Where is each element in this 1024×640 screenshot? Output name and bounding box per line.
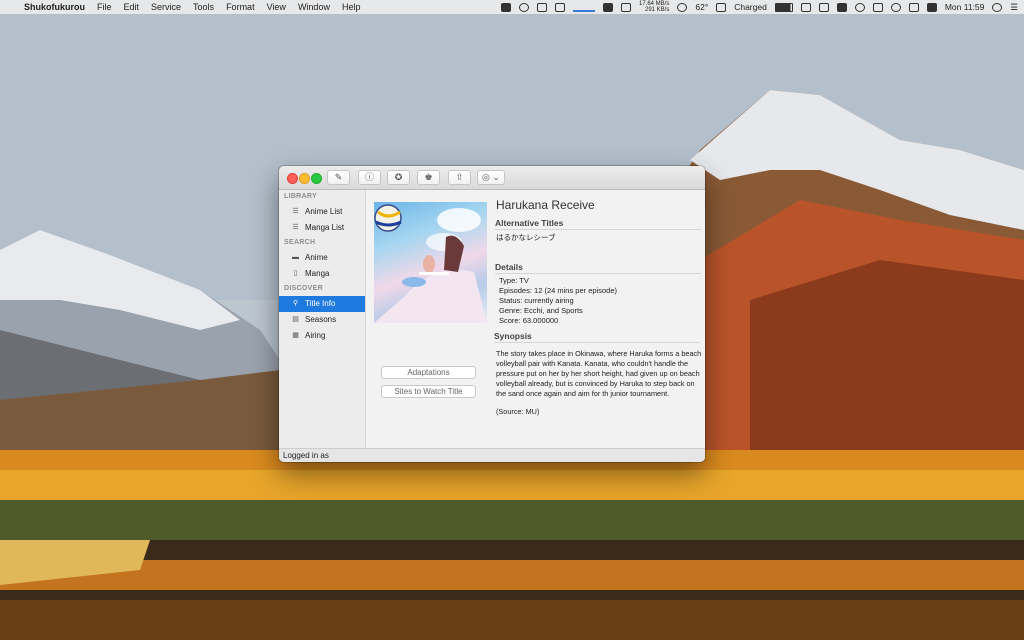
- wifi-icon[interactable]: [890, 2, 901, 12]
- menu-extra-icon[interactable]: [836, 2, 847, 12]
- menu-file[interactable]: File: [97, 2, 112, 12]
- info-icon: ⓘ: [364, 172, 374, 182]
- power-icon[interactable]: [716, 2, 727, 12]
- login-status: Logged in as: [283, 451, 329, 460]
- sidebar-item-seasons[interactable]: ▤ Seasons: [279, 312, 365, 328]
- list-icon: ☰: [292, 208, 299, 215]
- people-button[interactable]: ♚: [417, 170, 440, 185]
- synopsis-block: The story takes place in Okinawa, where …: [496, 349, 702, 417]
- volume-icon[interactable]: [908, 2, 919, 12]
- sidebar-item-label: Anime List: [305, 207, 343, 216]
- menu-bar: Shukofukurou File Edit Service Tools For…: [0, 0, 1024, 15]
- sidebar-header-library: LIBRARY: [284, 193, 317, 200]
- globe-icon: ◎: [482, 172, 490, 182]
- memory-icon[interactable]: [603, 2, 613, 12]
- web-menu-button[interactable]: ◎ ⌄: [477, 170, 505, 185]
- sidebar-item-label: Seasons: [305, 315, 337, 324]
- share-button[interactable]: ⇧: [448, 170, 471, 185]
- sync-icon[interactable]: [519, 2, 529, 12]
- sidebar-item-manga[interactable]: ▯ Manga: [279, 266, 365, 282]
- detail-episodes: Episodes: 12 (24 mins per episode): [499, 286, 617, 295]
- sidebar-item-label: Manga List: [305, 223, 345, 232]
- favorite-button[interactable]: ✪: [387, 170, 410, 185]
- star-icon: ✪: [394, 172, 403, 182]
- app-window: ✎ ⓘ ✪ ♚ ⇧ ◎ ⌄ LIBRARY ☰ Anime List ☰ Man…: [279, 166, 705, 462]
- share-icon: ⇧: [455, 172, 464, 182]
- detail-score: Score: 63.000000: [499, 316, 559, 325]
- sidebar-header-discover: DISCOVER: [284, 285, 323, 292]
- sites-to-watch-button[interactable]: Sites to Watch Title: [381, 385, 476, 398]
- poster-image: [374, 202, 487, 323]
- menu-format[interactable]: Format: [226, 2, 255, 12]
- zoom-window-button[interactable]: [311, 173, 322, 184]
- app-badge-icon[interactable]: [537, 2, 547, 12]
- search-icon: ⚲: [292, 300, 299, 307]
- calendar-icon: ▦: [292, 332, 299, 339]
- details-heading: Details: [495, 262, 701, 274]
- sidebar-item-anime-list[interactable]: ☰ Anime List: [279, 204, 365, 220]
- status-area: 17.64 MB/s 291 KB/s 62° Charged Mon 11:5…: [501, 0, 1018, 14]
- menu-tools[interactable]: Tools: [193, 2, 214, 12]
- disk-icon[interactable]: [621, 2, 631, 12]
- tv-icon: ▬: [292, 254, 299, 261]
- detail-genre: Genre: Ecchi, and Sports: [499, 306, 583, 315]
- battery-label[interactable]: Charged: [734, 2, 767, 12]
- keyboard-icon[interactable]: [800, 2, 811, 12]
- status-bar: Logged in as: [279, 448, 705, 462]
- temperature[interactable]: 62°: [695, 2, 708, 12]
- sidebar-item-label: Manga: [305, 269, 330, 278]
- notification-center-icon[interactable]: ☰: [1010, 2, 1018, 13]
- alt-titles-heading: Alternative Titles: [495, 218, 701, 230]
- sidebar-header-search: SEARCH: [284, 239, 316, 246]
- battery-icon[interactable]: [774, 2, 793, 12]
- book-icon: ▯: [293, 270, 298, 277]
- edit-button[interactable]: ✎: [327, 170, 350, 185]
- synopsis-source: (Source: MU): [496, 407, 540, 416]
- chevron-down-icon: ⌄: [492, 172, 500, 182]
- clock[interactable]: Mon 11:59: [945, 2, 985, 12]
- page-title: Harukana Receive: [496, 198, 595, 212]
- people-icon: ♚: [424, 172, 433, 182]
- sidebar-item-airing[interactable]: ▦ Airing: [279, 328, 365, 344]
- menu-service[interactable]: Service: [151, 2, 181, 12]
- menu-window[interactable]: Window: [298, 2, 330, 12]
- adaptations-button[interactable]: Adaptations: [381, 366, 476, 379]
- user-icon[interactable]: [854, 2, 865, 12]
- sidebar-item-label: Title Info: [305, 299, 336, 308]
- sidebar-item-label: Anime: [305, 253, 328, 262]
- dropbox-icon[interactable]: [501, 2, 511, 12]
- window-toolbar: ✎ ⓘ ✪ ♚ ⇧ ◎ ⌄: [279, 166, 705, 190]
- input-source-icon[interactable]: [926, 2, 937, 12]
- sidebar-item-label: Airing: [305, 331, 326, 340]
- sidebar-item-anime[interactable]: ▬ Anime: [279, 250, 365, 266]
- alt-title-value: はるかなレシーブ: [496, 233, 556, 242]
- clipboard-icon[interactable]: [555, 2, 565, 12]
- sidebar-item-title-info[interactable]: ⚲ Title Info: [279, 296, 365, 312]
- list-icon: ☰: [292, 224, 299, 231]
- network-speed[interactable]: 17.64 MB/s 291 KB/s: [639, 1, 669, 13]
- synopsis-heading: Synopsis: [494, 331, 700, 343]
- display-icon[interactable]: [818, 2, 829, 12]
- minimize-window-button[interactable]: [299, 173, 310, 184]
- info-button[interactable]: ⓘ: [358, 170, 381, 185]
- sidebar: LIBRARY ☰ Anime List ☰ Manga List SEARCH…: [279, 190, 366, 448]
- seasons-icon: ▤: [292, 316, 299, 323]
- bluetooth-icon[interactable]: [872, 2, 883, 12]
- close-window-button[interactable]: [287, 173, 298, 184]
- details-list: Type: TV Episodes: 12 (24 mins per episo…: [499, 276, 617, 326]
- synopsis-text: The story takes place in Okinawa, where …: [496, 349, 702, 398]
- menu-edit[interactable]: Edit: [124, 2, 140, 12]
- title-info-view: Adaptations Sites to Watch Title Harukan…: [366, 190, 705, 448]
- spotlight-search-icon[interactable]: [992, 2, 1003, 12]
- menu-help[interactable]: Help: [342, 2, 361, 12]
- net-down: 291 KB/s: [645, 7, 670, 13]
- menu-view[interactable]: View: [267, 2, 286, 12]
- cpu-graph-icon[interactable]: [573, 2, 595, 12]
- menu-app-name[interactable]: Shukofukurou: [24, 2, 85, 12]
- gear-icon[interactable]: [677, 2, 688, 12]
- sidebar-item-manga-list[interactable]: ☰ Manga List: [279, 220, 365, 236]
- detail-status: Status: currently airing: [499, 296, 574, 305]
- pencil-icon: ✎: [334, 172, 343, 182]
- detail-type: Type: TV: [499, 276, 529, 285]
